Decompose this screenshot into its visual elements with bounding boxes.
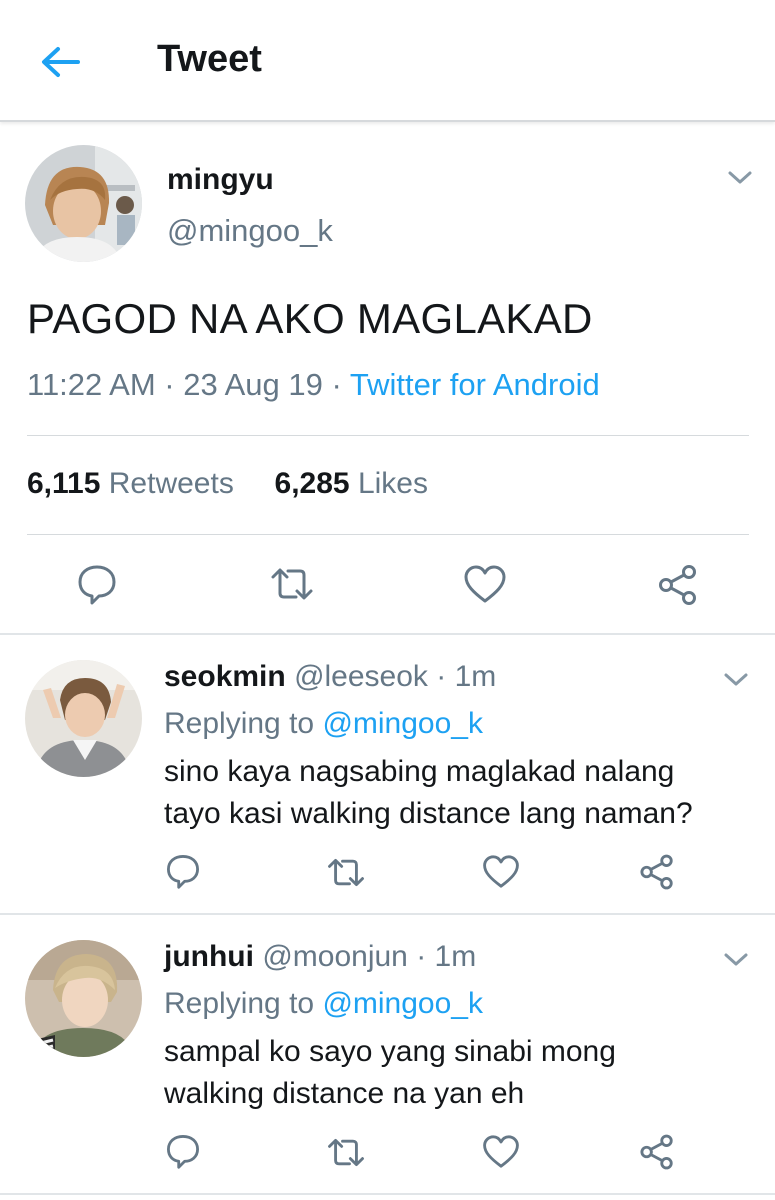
author-name[interactable]: mingyu <box>167 163 274 197</box>
share-button[interactable] <box>638 853 676 891</box>
retweet-button[interactable] <box>326 856 366 889</box>
reply-text-line: tayo kasi walking distance lang naman? <box>164 797 693 830</box>
like-icon <box>464 565 506 603</box>
author-handle[interactable]: @mingoo_k <box>167 213 333 249</box>
likes-count: 6,285 <box>274 467 350 500</box>
retweet-icon <box>328 858 364 887</box>
reply-text: sino kaya nagsabing maglakad nalang tayo… <box>164 751 754 835</box>
avatar[interactable] <box>25 940 142 1057</box>
share-button[interactable] <box>638 1133 676 1171</box>
reply-text: sampal ko sayo yang sinabi mong walking … <box>164 1031 754 1115</box>
top-bar: Tweet <box>0 0 775 122</box>
reply-menu-button[interactable] <box>723 952 749 968</box>
divider <box>27 435 749 436</box>
avatar[interactable] <box>25 660 142 777</box>
like-button[interactable] <box>463 564 507 604</box>
reply-handle-time[interactable]: @leeseok · 1m <box>294 660 496 693</box>
likes-label: Likes <box>357 467 428 500</box>
avatar[interactable] <box>25 145 142 262</box>
retweet-button[interactable] <box>326 1136 366 1169</box>
reply-handle-time[interactable]: @moonjun · 1m <box>262 940 476 973</box>
reply-text-line: sino kaya nagsabing maglakad nalang <box>164 755 675 788</box>
share-button[interactable] <box>656 563 700 607</box>
tweet-time: 11:22 AM <box>27 367 156 402</box>
meta-separator: · <box>155 367 184 402</box>
share-icon <box>640 1134 673 1170</box>
tweet-menu-button[interactable] <box>727 170 753 186</box>
tweet-stats: 6,115 Retweets 6,285 Likes <box>27 467 428 501</box>
tweet-meta: 11:22 AM · 23 Aug 19 · Twitter for Andro… <box>27 367 600 403</box>
replying-to-mention[interactable]: @mingoo_k <box>322 707 483 740</box>
tweet-source-link[interactable]: Twitter for Android <box>350 367 600 402</box>
tweet-text: PAGOD NA AKO MAGLAKAD <box>27 295 593 342</box>
like-button[interactable] <box>482 854 520 889</box>
replying-to-label: Replying to <box>164 707 323 740</box>
like-button[interactable] <box>482 1134 520 1169</box>
retweet-icon <box>271 568 313 600</box>
chevron-down-icon <box>724 673 748 686</box>
reply-icon <box>78 565 116 605</box>
divider <box>0 1193 775 1195</box>
reply-button[interactable] <box>165 1133 201 1169</box>
divider <box>0 913 775 915</box>
reply-header: seokmin @leeseok · 1m <box>164 660 496 694</box>
chevron-down-icon <box>728 171 752 184</box>
reply-author-name[interactable]: junhui <box>164 940 254 973</box>
back-arrow-icon <box>42 47 80 77</box>
reply-author-name[interactable]: seokmin <box>164 660 286 693</box>
retweets-stat[interactable]: 6,115 Retweets <box>27 467 234 500</box>
reply-icon <box>167 855 199 889</box>
retweets-count: 6,115 <box>27 467 101 500</box>
replying-to: Replying to @mingoo_k <box>164 987 483 1021</box>
reply-text-line: walking distance na yan eh <box>164 1077 525 1110</box>
reply-menu-button[interactable] <box>723 672 749 688</box>
share-icon <box>640 854 673 890</box>
tweet-date: 23 Aug 19 <box>183 367 323 402</box>
page-title: Tweet <box>157 38 262 80</box>
retweet-icon <box>328 1138 364 1167</box>
reply-icon <box>167 1135 199 1169</box>
like-icon <box>483 1135 519 1168</box>
back-button[interactable] <box>36 40 84 84</box>
retweets-label: Retweets <box>108 467 234 500</box>
meta-separator: · <box>322 367 350 402</box>
replying-to-mention[interactable]: @mingoo_k <box>322 987 483 1020</box>
reply-text-line: sampal ko sayo yang sinabi mong <box>164 1035 616 1068</box>
retweet-button[interactable] <box>269 565 315 603</box>
reply-button[interactable] <box>76 563 118 605</box>
replying-to: Replying to @mingoo_k <box>164 707 483 741</box>
likes-stat[interactable]: 6,285 Likes <box>275 467 428 500</box>
like-icon <box>483 855 519 888</box>
divider <box>27 534 749 535</box>
divider <box>0 633 775 635</box>
replying-to-label: Replying to <box>164 987 323 1020</box>
reply-button[interactable] <box>165 853 201 889</box>
reply-header: junhui @moonjun · 1m <box>164 940 476 974</box>
share-icon <box>659 565 696 605</box>
chevron-down-icon <box>724 953 748 966</box>
